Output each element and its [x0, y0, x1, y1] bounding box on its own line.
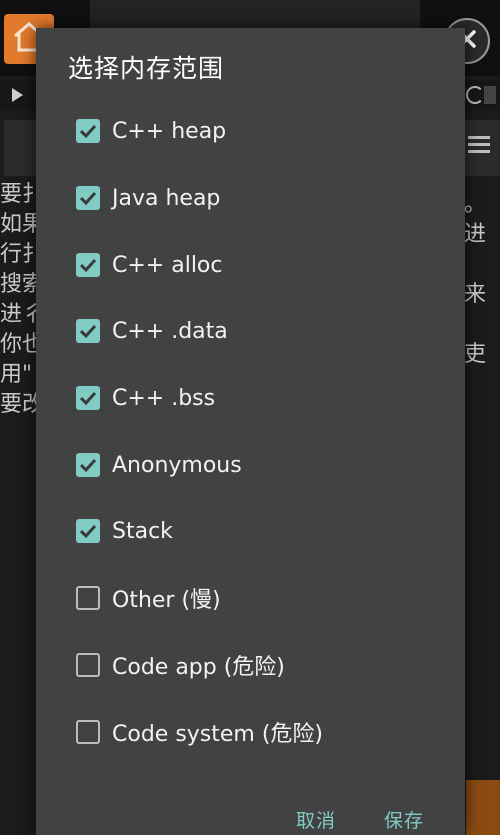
- option-label: Stack: [112, 518, 173, 544]
- checkbox-checked[interactable]: [76, 453, 100, 477]
- refresh-icon[interactable]: [466, 86, 484, 104]
- checkbox-unchecked[interactable]: [76, 720, 100, 744]
- screen: 要扌 如果 行扌 搜索 进彳 你也 用" 要改 。 进 来 吏 选择内存范围 C…: [0, 0, 500, 835]
- scroll-right-icon[interactable]: [484, 86, 496, 104]
- background-text-right: 。 进 来 吏: [464, 192, 487, 367]
- play-icon[interactable]: [12, 88, 23, 102]
- option-cpp-alloc[interactable]: C++ alloc: [76, 245, 222, 285]
- option-label: Code app (危险): [112, 655, 285, 680]
- app-banner: [90, 0, 420, 30]
- cancel-button[interactable]: 取消: [296, 806, 336, 833]
- option-cpp-data[interactable]: C++ .data: [76, 311, 228, 351]
- dialog-button-bar: 取消 保存: [36, 800, 465, 835]
- checkbox-checked[interactable]: [76, 386, 100, 410]
- checkbox-unchecked[interactable]: [76, 586, 100, 610]
- option-label: C++ .data: [112, 318, 228, 344]
- option-java-heap[interactable]: Java heap: [76, 178, 220, 218]
- option-cpp-bss[interactable]: C++ .bss: [76, 378, 215, 418]
- option-other[interactable]: Other (慢): [76, 578, 221, 618]
- checkbox-checked[interactable]: [76, 186, 100, 210]
- option-code-app[interactable]: Code app (危险): [76, 645, 285, 685]
- option-label: C++ alloc: [112, 252, 223, 278]
- checkbox-checked[interactable]: [76, 319, 100, 343]
- option-label: C++ .bss: [112, 385, 216, 411]
- option-label: Other (慢): [112, 588, 221, 613]
- option-label: Code system (危险): [112, 722, 324, 747]
- checkbox-checked[interactable]: [76, 119, 100, 143]
- option-label: Anonymous: [112, 452, 242, 478]
- memory-range-dialog: 选择内存范围 C++ heap Java heap C++ alloc C++ …: [36, 28, 465, 835]
- background-text-left: 要扌 如果 行扌 搜索 进彳 你也 用" 要改: [0, 182, 40, 417]
- save-button[interactable]: 保存: [384, 806, 424, 833]
- option-anonymous[interactable]: Anonymous: [76, 445, 242, 485]
- checkbox-checked[interactable]: [76, 519, 100, 543]
- option-stack[interactable]: Stack: [76, 511, 173, 551]
- option-code-system[interactable]: Code system (危险): [76, 712, 323, 752]
- menu-icon[interactable]: [468, 136, 490, 157]
- app-bottom-strip: [466, 780, 500, 835]
- option-label: Java heap: [112, 185, 221, 211]
- dialog-title: 选择内存范围: [68, 54, 225, 83]
- checkbox-unchecked[interactable]: [76, 653, 100, 677]
- app-left-panel: [4, 120, 38, 176]
- checkbox-checked[interactable]: [76, 253, 100, 277]
- option-label: C++ heap: [112, 118, 227, 144]
- option-cpp-heap[interactable]: C++ heap: [76, 111, 226, 151]
